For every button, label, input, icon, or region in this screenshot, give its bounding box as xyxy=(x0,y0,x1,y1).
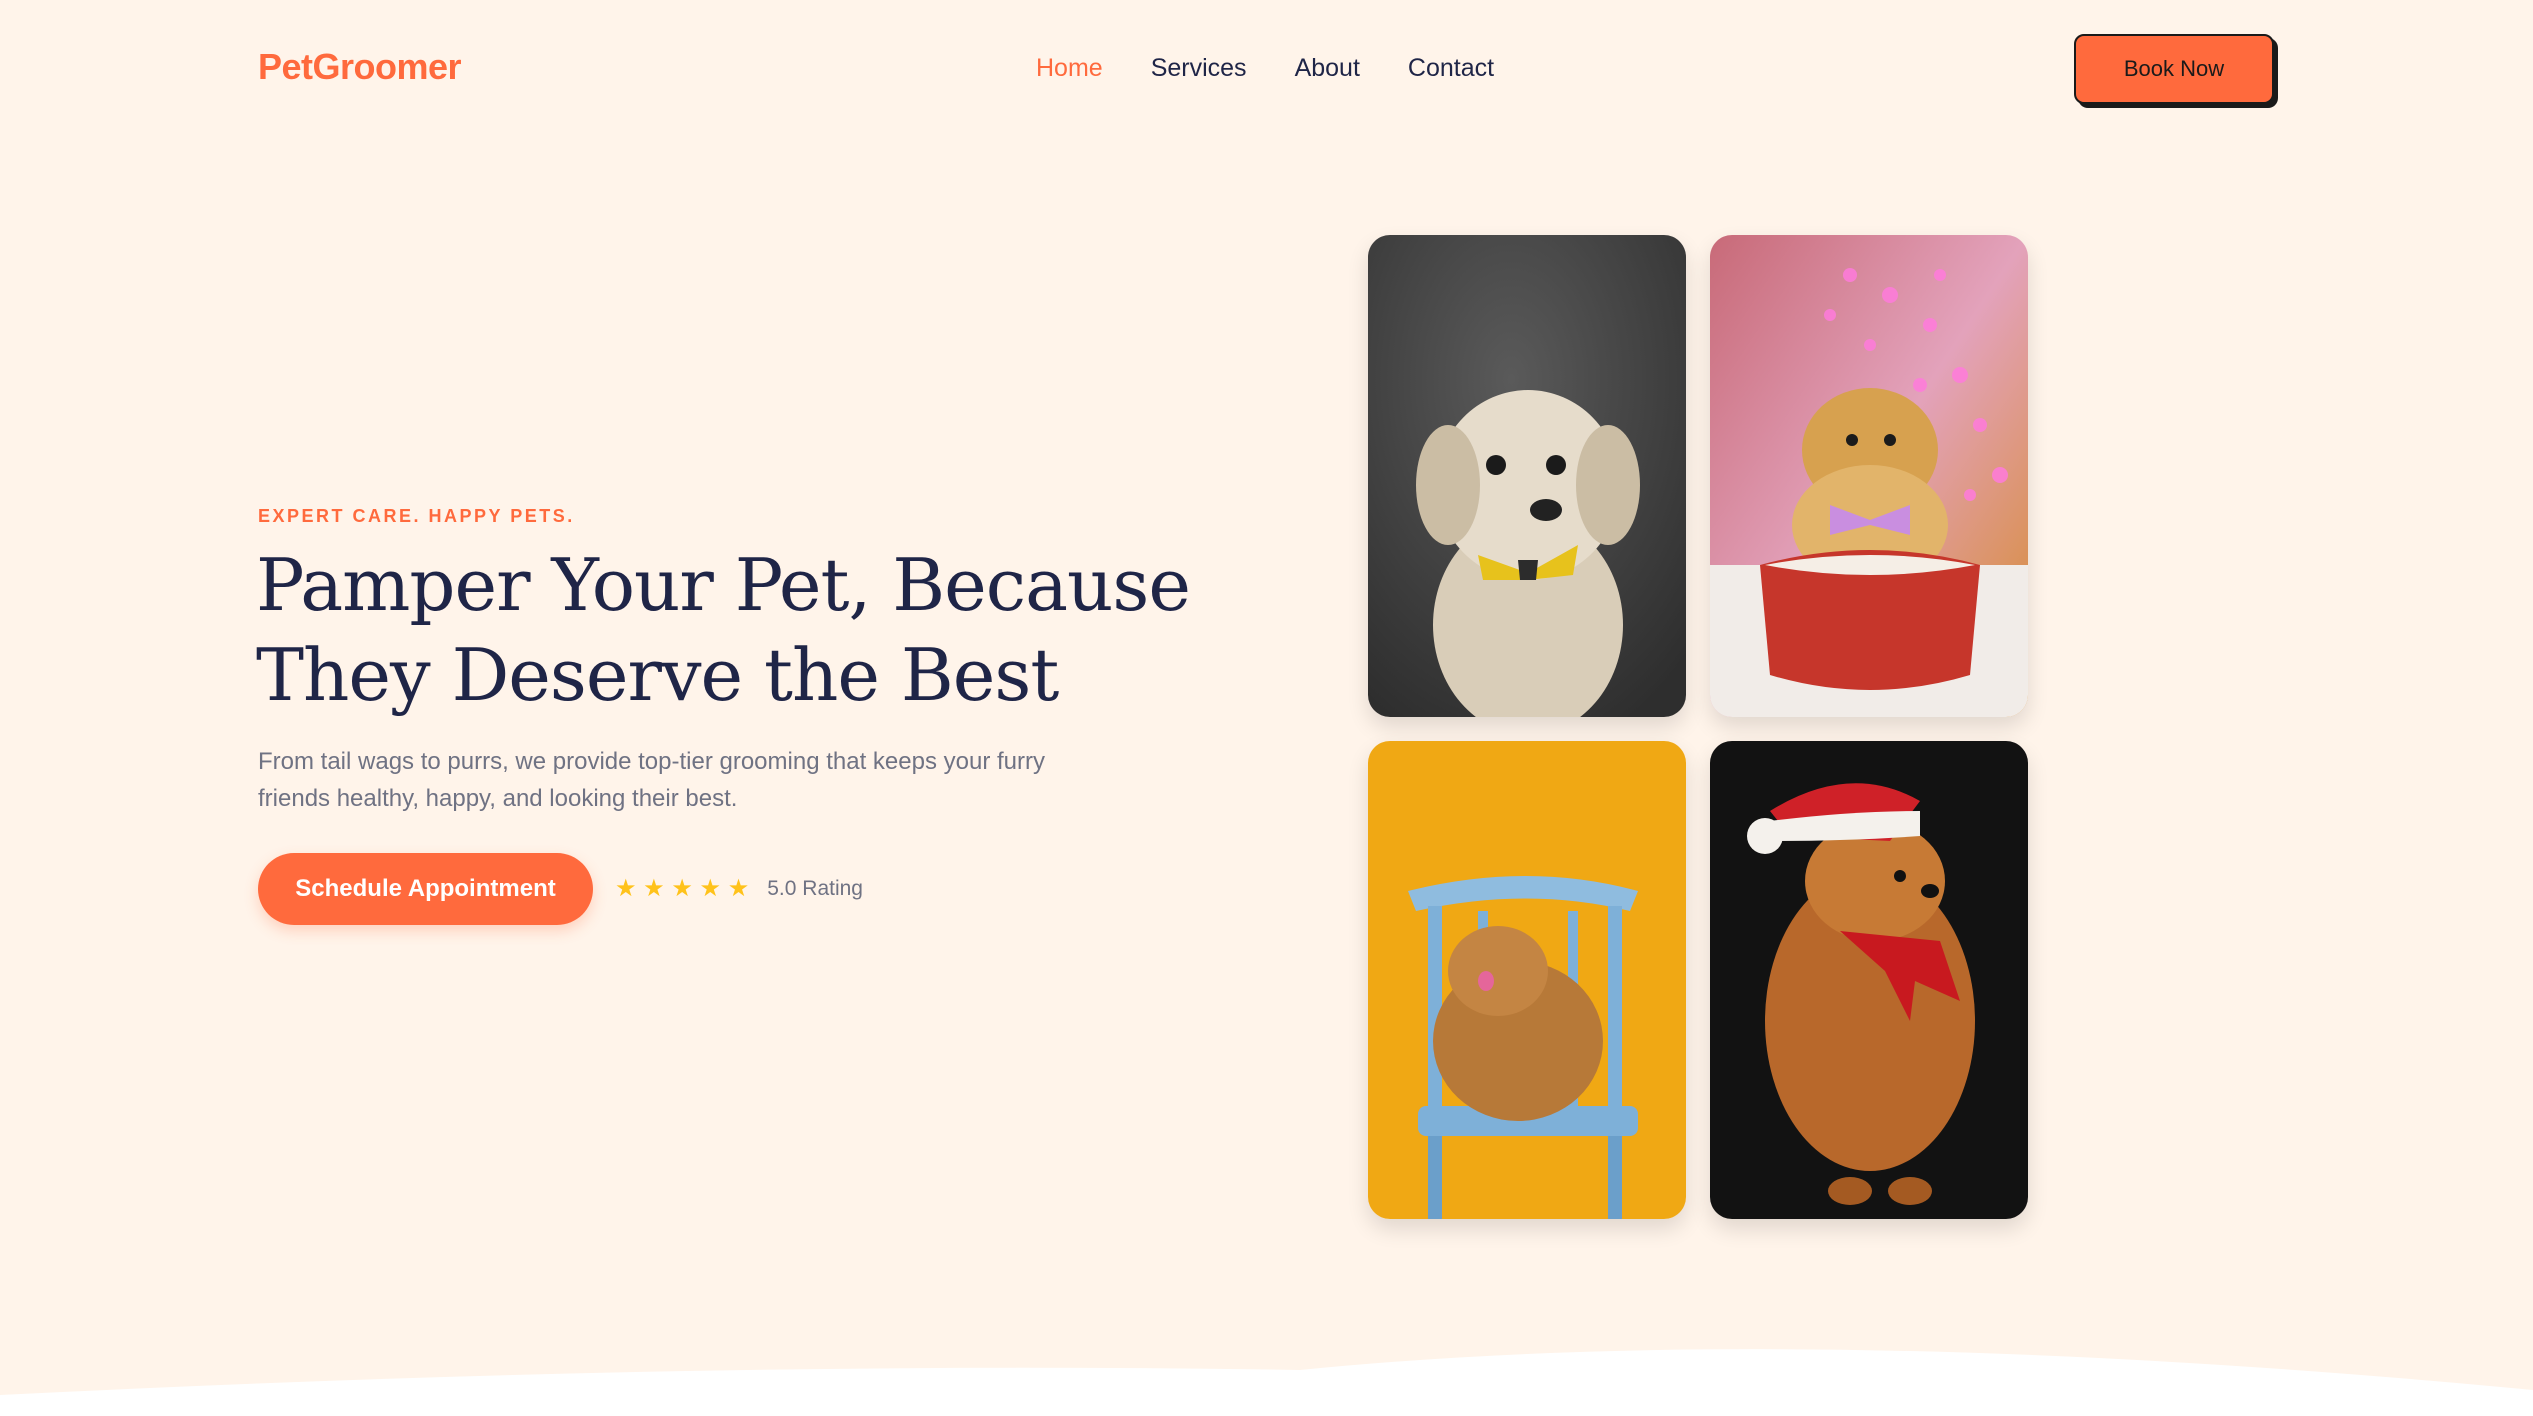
schedule-appointment-button[interactable]: Schedule Appointment xyxy=(258,853,593,925)
nav-home-link[interactable]: Home xyxy=(1036,52,1103,84)
nav-contact-link[interactable]: Contact xyxy=(1408,52,1494,84)
pomeranian-santa-hat-photo xyxy=(1710,741,2028,1219)
hero-tagline: EXPERT CARE. HAPPY PETS. xyxy=(258,506,575,526)
hero-headline-line2: They Deserve the Best xyxy=(256,633,1059,717)
nav-services-link[interactable]: Services xyxy=(1151,52,1247,84)
bottom-wave-divider xyxy=(0,1349,2533,1416)
hero-description: From tail wags to purrs, we provide top-… xyxy=(258,748,1045,812)
rating-text: 5.0 Rating xyxy=(767,877,863,900)
pomeranian-on-blue-chair-photo xyxy=(1368,741,1686,1219)
rating-stars-icon: ★ ★ ★ ★ ★ xyxy=(615,875,750,902)
nav-about-link[interactable]: About xyxy=(1295,52,1360,84)
white-dog-with-yellow-bowtie-photo xyxy=(1368,235,1686,717)
rating: ★ ★ ★ ★ ★ 5.0 Rating xyxy=(615,872,863,906)
main-nav: Home Services About Contact xyxy=(1036,52,1494,84)
hero-headline-line1: Pamper Your Pet, Because xyxy=(256,543,1191,627)
site-header: PetGroomer Home Services About Contact B… xyxy=(0,0,2533,140)
logo[interactable]: PetGroomer xyxy=(258,46,462,88)
pomeranian-in-red-box-photo xyxy=(1710,235,2028,717)
hero-headline: Pamper Your Pet, Because They Deserve th… xyxy=(256,540,1191,720)
book-now-button[interactable]: Book Now xyxy=(2074,34,2274,104)
